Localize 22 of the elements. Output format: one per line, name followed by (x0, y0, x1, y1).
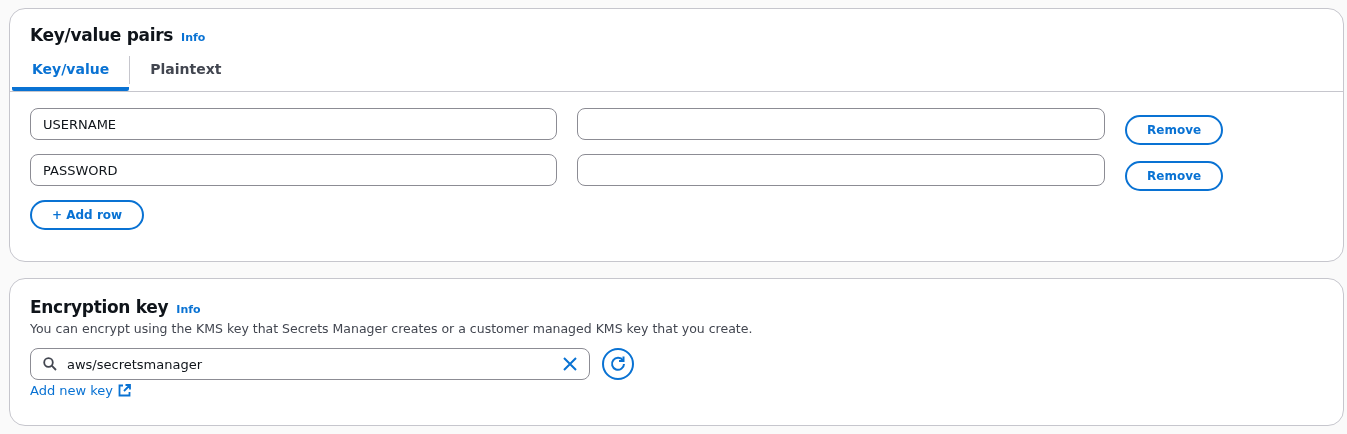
description-text: You can encrypt using the KMS key that Secrets Manager creates or a customer managed KMS key that you create. (30, 321, 754, 336)
section-title: Key/value pairs (30, 25, 174, 45)
key-input-field[interactable]: USERNAME (30, 108, 557, 140)
refresh-button[interactable] (602, 348, 634, 380)
clear-icon[interactable] (563, 357, 577, 371)
info-link[interactable]: Info (181, 31, 206, 44)
info-link[interactable]: Info (176, 303, 201, 316)
add-new-key-link[interactable]: Add new key (30, 383, 132, 398)
remove-button[interactable]: Remove (1125, 115, 1224, 145)
value-input-field[interactable] (577, 108, 1105, 140)
section-title: Encryption key (30, 297, 169, 317)
add-row-button[interactable]: + Add row (30, 200, 145, 230)
search-icon (43, 357, 57, 371)
key-input-field[interactable]: PASSWORD (30, 154, 557, 186)
tab[interactable]: Plaintext (130, 55, 242, 91)
search-value-text: aws/secretsmanager (67, 356, 204, 372)
external-link-icon (118, 384, 132, 397)
search-field[interactable]: aws/secretsmanager (30, 348, 590, 380)
remove-button[interactable]: Remove (1125, 161, 1224, 191)
tab[interactable]: Key/value (12, 55, 130, 91)
value-input-field[interactable] (577, 154, 1105, 186)
refresh-icon (608, 354, 628, 374)
